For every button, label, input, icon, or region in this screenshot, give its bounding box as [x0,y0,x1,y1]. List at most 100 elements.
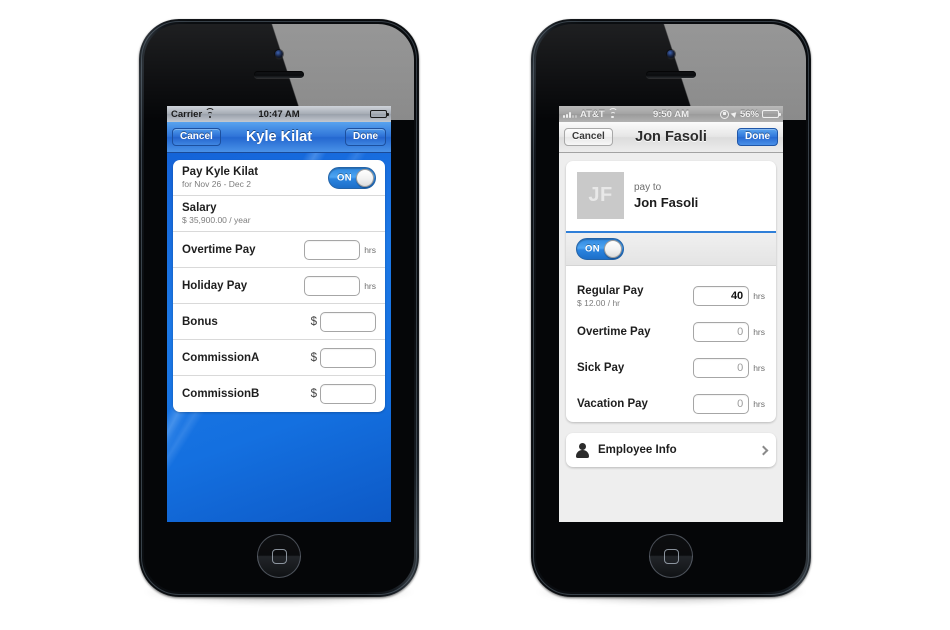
wallpaper-background: Pay Kyle Kilat for Nov 26 - Dec 2 ON Sal… [167,153,391,522]
bonus-label: Bonus [182,315,218,328]
commission-b-label: CommissionB [182,388,260,400]
regular-pay-label: Regular Pay [577,284,644,297]
sick-pay-row[interactable]: Sick Pay 0 hrs [566,350,776,386]
commission-a-currency-symbol: $ [310,351,317,364]
cancel-button[interactable]: Cancel [172,128,221,146]
sick-pay-unit: hrs [753,363,765,373]
toggle-knob[interactable] [604,240,622,258]
battery-percent-label: 56% [739,108,759,120]
nav-bar: Cancel Jon Fasoli Done [559,122,783,153]
front-camera-icon [667,50,675,58]
regular-pay-input[interactable]: 40 [693,286,750,306]
pay-toggle-switch[interactable]: ON [328,166,376,189]
carrier-label: AT&T [580,108,605,120]
commission-a-input[interactable] [320,347,376,368]
home-square-icon [663,548,679,564]
salary-text: Salary $ 35,900.00 / year [182,202,251,225]
bonus-currency-symbol: $ [310,315,317,328]
battery-full-icon [370,110,389,118]
person-icon [575,442,590,458]
status-bar-left: Carrier [171,108,216,120]
employee-name: Jon Fasoli [634,194,699,210]
pay-toggle-label: Pay Kyle Kilat [182,166,259,178]
chevron-right-icon [758,445,769,455]
overtime-pay-input[interactable] [304,239,361,260]
overtime-pay-unit: hrs [364,244,376,255]
wifi-icon [205,108,216,118]
overtime-pay-input[interactable]: 0 [693,322,750,342]
pay-toggle-text: Pay Kyle Kilat for Nov 26 - Dec 2 [182,166,258,189]
employee-info-card[interactable]: Employee Info [566,433,776,467]
employee-info-row[interactable]: Employee Info [566,433,776,467]
done-button[interactable]: Done [737,128,778,146]
regular-pay-text: Regular Pay $ 12.00 / hr [577,285,643,308]
earpiece-speaker [254,71,304,78]
phone-body: AT&T 9:50 AM 56% Cancel Jon Fasoli Done … [531,19,811,597]
salary-row[interactable]: Salary $ 35,900.00 / year [173,196,385,232]
salary-label: Salary [182,202,217,214]
employee-info-label: Employee Info [598,444,677,456]
overtime-pay-label: Overtime Pay [577,326,651,338]
commission-b-input[interactable] [320,384,376,404]
holiday-pay-unit: hrs [364,280,376,291]
earpiece-speaker [646,71,696,78]
overtime-pay-label: Overtime Pay [182,243,256,256]
home-square-icon [271,548,287,564]
holiday-pay-row[interactable]: Holiday Pay hrs [173,268,385,304]
bonus-row[interactable]: Bonus $ [173,304,385,340]
overtime-pay-row[interactable]: Overtime Pay 0 hrs [566,314,776,350]
toggle-knob[interactable] [356,168,374,187]
pay-toggle-row[interactable]: Pay Kyle Kilat for Nov 26 - Dec 2 ON [173,160,385,196]
rotation-lock-icon [719,109,729,119]
regular-pay-rate: $ 12.00 / hr [577,297,621,308]
holiday-pay-label: Holiday Pay [182,279,248,292]
cancel-button[interactable]: Cancel [564,128,613,146]
screen-right: AT&T 9:50 AM 56% Cancel Jon Fasoli Done … [559,106,783,522]
vacation-pay-input[interactable]: 0 [693,394,750,414]
sick-pay-label: Sick Pay [577,362,625,374]
status-bar-right: 56% [719,108,781,120]
pay-form-card: Pay Kyle Kilat for Nov 26 - Dec 2 ON Sal… [173,160,385,412]
carrier-label: Carrier [171,108,203,120]
phone-face: Carrier 10:47 AM Cancel Kyle Kilat Done [144,24,414,592]
vacation-pay-unit: hrs [753,399,765,409]
wifi-icon [607,108,618,118]
commission-a-row[interactable]: CommissionA $ [173,340,385,376]
status-bar: AT&T 9:50 AM 56% [559,106,783,122]
phone-face: AT&T 9:50 AM 56% Cancel Jon Fasoli Done … [536,24,806,592]
commission-b-currency-symbol: $ [310,388,317,400]
phone-left: Carrier 10:47 AM Cancel Kyle Kilat Done [139,19,419,611]
screenshot-stage: Carrier 10:47 AM Cancel Kyle Kilat Done [0,0,950,630]
pay-rows: Regular Pay $ 12.00 / hr 40 hrs Overtime… [566,266,776,422]
front-camera-icon [275,50,283,58]
salary-amount: $ 35,900.00 / year [182,215,251,225]
home-button[interactable] [257,534,301,578]
phone-right: AT&T 9:50 AM 56% Cancel Jon Fasoli Done … [531,19,811,611]
status-bar-right [370,110,389,118]
pay-toggle-switch[interactable]: ON [576,238,624,260]
done-button[interactable]: Done [345,128,386,146]
commission-b-row[interactable]: CommissionB $ [173,376,385,412]
pay-to-header: JF pay to Jon Fasoli [566,161,776,231]
overtime-pay-unit: hrs [753,327,765,337]
holiday-pay-input[interactable] [304,275,361,296]
vacation-pay-row[interactable]: Vacation Pay 0 hrs [566,386,776,422]
pay-period-label: for Nov 26 - Dec 2 [182,179,251,189]
regular-pay-unit: hrs [753,291,765,301]
nav-bar: Cancel Kyle Kilat Done [167,122,391,153]
screen-left: Carrier 10:47 AM Cancel Kyle Kilat Done [167,106,391,522]
pay-toggle-row[interactable]: ON [566,231,776,266]
regular-pay-row[interactable]: Regular Pay $ 12.00 / hr 40 hrs [566,278,776,314]
commission-a-label: CommissionA [182,351,260,364]
toggle-state-label: ON [337,172,352,183]
content-background: JF pay to Jon Fasoli ON Regular Pay $ 12… [559,153,783,522]
overtime-pay-row[interactable]: Overtime Pay hrs [173,232,385,268]
phone-body: Carrier 10:47 AM Cancel Kyle Kilat Done [139,19,419,597]
bonus-input[interactable] [320,311,376,332]
battery-icon [762,110,781,118]
pay-to-text: pay to Jon Fasoli [634,182,698,210]
toggle-state-label: ON [585,243,600,255]
home-button[interactable] [649,534,693,578]
sick-pay-input[interactable]: 0 [693,358,750,378]
signal-bars-icon [563,110,577,118]
